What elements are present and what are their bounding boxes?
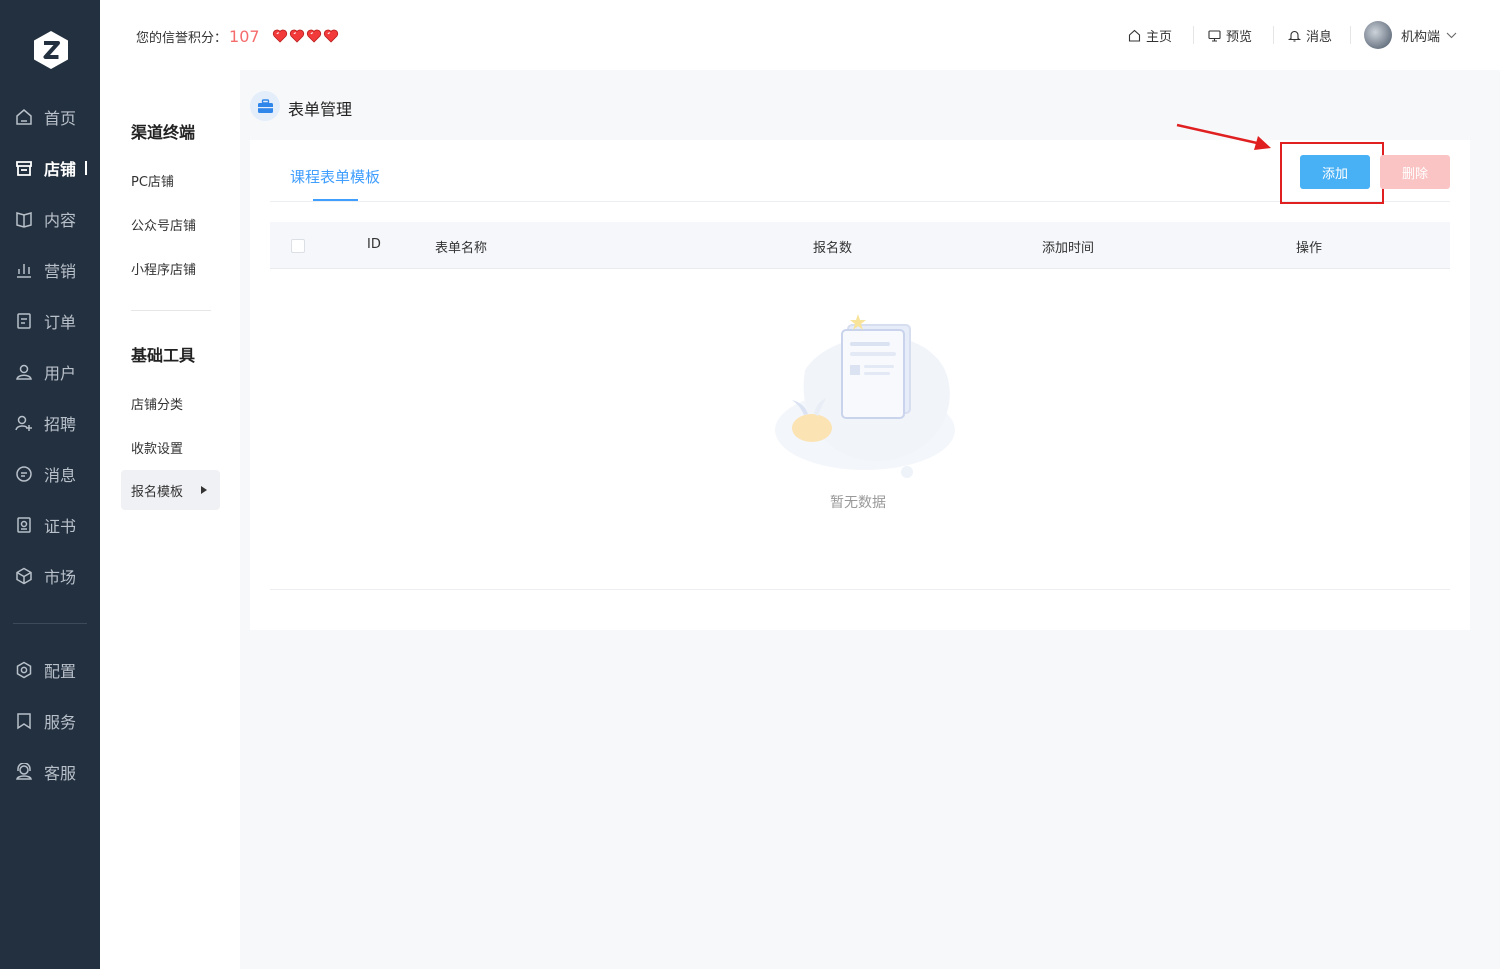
home-icon (16, 109, 32, 125)
heart-icon (289, 29, 304, 43)
nav-item-home[interactable]: 首页 (0, 97, 100, 137)
header-separator (1193, 26, 1194, 44)
nav-item-market[interactable]: 市场 (0, 556, 100, 596)
submenu-section-title: 基础工具 (131, 346, 196, 365)
briefcase-icon (257, 98, 273, 113)
heart-icon (272, 29, 287, 43)
submenu-item-wechat-store[interactable]: 公众号店铺 (131, 215, 196, 234)
page-title: 表单管理 (288, 100, 353, 119)
nav-item-label: 服务 (44, 713, 77, 732)
nav-item-label: 首页 (44, 109, 77, 128)
annotation-arrow (1176, 123, 1271, 150)
submenu-item-label: 报名模板 (131, 484, 184, 500)
main-nav: 首页 店铺 内容 营销 订单 用户 招聘 消息 证书 市场 配置 服务 客服 (0, 0, 100, 969)
credit-score: 您的信誉积分： 107 (136, 25, 340, 47)
header-home-link[interactable]: 主页 (1128, 24, 1172, 46)
nav-item-service[interactable]: 服务 (0, 701, 100, 741)
bookmark-icon (17, 713, 31, 730)
header-home-label: 主页 (1146, 29, 1173, 45)
nav-divider (13, 623, 87, 624)
nav-item-label: 用户 (44, 364, 77, 383)
column-header-id: ID (367, 237, 381, 252)
nav-item-label: 客服 (44, 764, 77, 783)
submenu-item-store-category[interactable]: 店铺分类 (131, 394, 183, 413)
nav-item-messages[interactable]: 消息 (0, 454, 100, 494)
gear-icon (16, 661, 32, 679)
nav-item-label: 营销 (44, 262, 77, 281)
header-messages-label: 消息 (1306, 29, 1333, 45)
page-title-icon (250, 91, 280, 121)
tab-course-form-template[interactable]: 课程表单模板 (290, 166, 380, 187)
add-button[interactable]: 添加 (1300, 155, 1370, 189)
header-preview-link[interactable]: 预览 (1208, 24, 1252, 46)
submenu-item-payment-settings[interactable]: 收款设置 (131, 438, 183, 457)
secondary-menu: 渠道终端 PC店铺 公众号店铺 小程序店铺 基础工具 店铺分类 收款设置 报名模… (100, 70, 240, 969)
submenu-divider (131, 310, 211, 311)
nav-item-label: 招聘 (44, 415, 77, 434)
cube-icon (16, 567, 32, 585)
nav-item-marketing[interactable]: 营销 (0, 250, 100, 290)
select-all-checkbox[interactable] (291, 239, 305, 253)
nav-item-support[interactable]: 客服 (0, 752, 100, 792)
nav-item-content[interactable]: 内容 (0, 199, 100, 239)
nav-item-label: 订单 (44, 313, 77, 332)
book-icon (16, 212, 32, 228)
nav-item-label: 证书 (44, 517, 77, 536)
credit-label: 您的信誉积分： (136, 30, 228, 46)
submenu-section-title: 渠道终端 (131, 123, 196, 142)
heart-icon (323, 29, 338, 43)
nav-item-label: 消息 (44, 466, 77, 485)
delete-button[interactable]: 删除 (1380, 155, 1450, 189)
user-menu[interactable]: 机构端 (1401, 24, 1457, 46)
home-icon (1128, 29, 1141, 42)
certificate-icon (17, 517, 31, 533)
submenu-item-miniapp-store[interactable]: 小程序店铺 (131, 259, 196, 278)
message-icon (16, 466, 32, 482)
user-add-icon (15, 415, 32, 431)
header-messages-link[interactable]: 消息 (1288, 24, 1332, 46)
table-header: ID 表单名称 报名数 添加时间 操作 (270, 222, 1450, 269)
logo-icon[interactable] (33, 30, 69, 70)
document-icon (17, 313, 31, 329)
nav-item-label: 店铺 (44, 160, 77, 179)
nav-item-config[interactable]: 配置 (0, 650, 100, 690)
nav-item-users[interactable]: 用户 (0, 352, 100, 392)
column-header-form-name: 表单名称 (435, 241, 488, 256)
nav-item-recruit[interactable]: 招聘 (0, 403, 100, 443)
user-icon (16, 364, 32, 380)
nav-item-certificates[interactable]: 证书 (0, 505, 100, 545)
top-header: 您的信誉积分： 107 主页 预览 消息 机构端 (100, 0, 1500, 70)
caret-right-icon (201, 486, 208, 494)
nav-item-orders[interactable]: 订单 (0, 301, 100, 341)
empty-state-illustration (775, 314, 955, 478)
nav-item-label: 内容 (44, 211, 77, 230)
tab-divider (270, 201, 1450, 202)
user-name: 机构端 (1401, 29, 1441, 45)
header-preview-label: 预览 (1226, 29, 1253, 45)
column-header-added-time: 添加时间 (1042, 241, 1095, 256)
heart-icon (306, 29, 321, 43)
nav-item-store[interactable]: 店铺 (0, 148, 100, 188)
column-header-signup-count: 报名数 (813, 241, 853, 256)
avatar[interactable] (1364, 21, 1392, 49)
chevron-down-icon (1446, 32, 1457, 38)
form-template-card: 课程表单模板 添加 删除 ID 表单名称 报名数 添加时间 操作 暂无数据 (250, 140, 1470, 630)
table-bottom-divider (270, 589, 1450, 590)
credit-hearts (272, 29, 340, 43)
column-header-actions: 操作 (1296, 241, 1323, 256)
credit-score-value: 107 (229, 26, 260, 46)
support-icon (16, 763, 32, 780)
header-separator (1273, 26, 1274, 44)
nav-item-label: 市场 (44, 568, 77, 587)
active-indicator (85, 161, 88, 175)
monitor-icon (1208, 29, 1221, 42)
empty-state-text: 暂无数据 (830, 495, 886, 511)
bell-icon (1288, 30, 1301, 42)
header-separator (1350, 26, 1351, 44)
store-icon (16, 161, 32, 176)
submenu-item-signup-template[interactable]: 报名模板 (121, 470, 220, 510)
nav-item-label: 配置 (44, 662, 77, 681)
submenu-item-pc-store[interactable]: PC店铺 (131, 171, 174, 190)
chart-bar-icon (17, 264, 31, 278)
